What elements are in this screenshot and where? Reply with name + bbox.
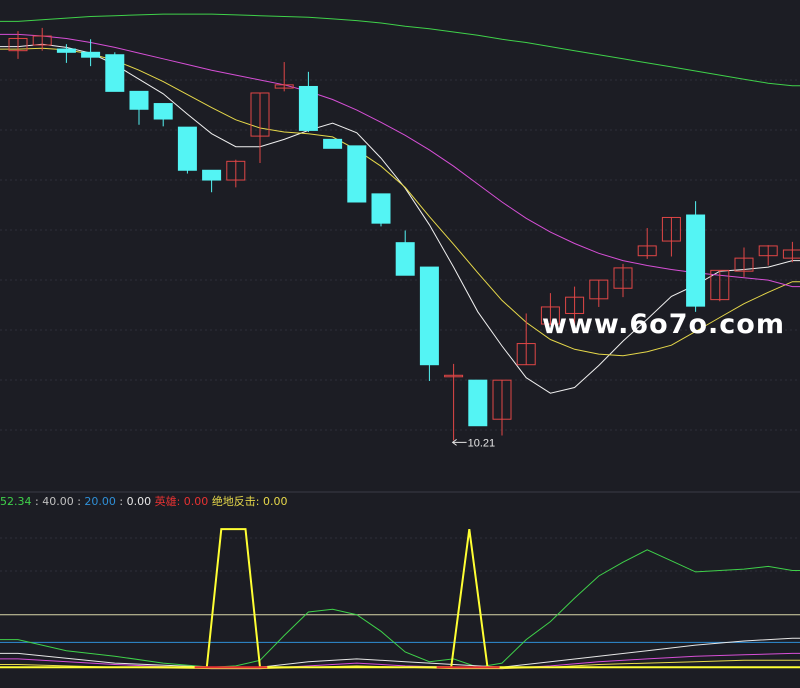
candles [8, 27, 800, 441]
candle-27 [661, 216, 681, 257]
candle-16 [395, 230, 415, 276]
candle-body-down [323, 138, 343, 149]
candle-body-down [105, 54, 125, 92]
indicator-grid [0, 537, 800, 572]
legend-counterattack: 绝地反击: 0.00 [212, 494, 288, 508]
candle-4 [105, 52, 125, 92]
candle-18 [444, 363, 464, 441]
candle-body-up [782, 249, 800, 259]
candle-8 [202, 169, 222, 193]
candle-19 [468, 379, 488, 427]
candle-body-down [347, 145, 367, 203]
indicator-legend: 52.34 : 40.00 : 20.00 : 0.00 英雄: 0.00 绝地… [0, 494, 288, 508]
low-price-label: 10.21 [468, 437, 496, 449]
candle-body-down [153, 103, 173, 120]
candle-15 [371, 193, 391, 227]
candle-7 [177, 126, 197, 174]
candle-body-down [177, 126, 197, 171]
watermark: www.6o7o.com [542, 309, 785, 340]
candle-body-down [468, 379, 488, 427]
candle-30 [734, 247, 754, 277]
candle-13 [323, 138, 343, 149]
candle-1 [32, 27, 52, 51]
candle-body-down [202, 169, 222, 181]
candle-25 [613, 263, 633, 298]
candle-body-down [419, 266, 439, 366]
candle-12 [298, 71, 318, 133]
candle-body-down [395, 242, 415, 276]
legend-value-zero: 0.00 [127, 495, 152, 508]
candle-14 [347, 145, 367, 203]
candle-body-down [129, 90, 149, 110]
candle-21 [516, 313, 536, 366]
legend-value-green: 52.34 [0, 495, 32, 508]
candle-31 [758, 245, 778, 266]
candle-26 [637, 228, 657, 259]
candle-body-down [81, 51, 101, 58]
candle-24 [589, 279, 609, 307]
legend-value-40: 40.00 [42, 495, 74, 508]
candle-body-down [298, 85, 318, 131]
candle-body-down [371, 193, 391, 224]
candle-32 [782, 241, 800, 263]
candle-6 [153, 103, 173, 127]
candle-10 [250, 92, 270, 163]
low-annotation: 10.21 [451, 437, 496, 449]
candle-body-down [686, 214, 706, 307]
indicator-green-line [0, 549, 800, 668]
candle-28 [686, 201, 706, 312]
candle-5 [129, 90, 149, 125]
candle-body-down [56, 48, 76, 53]
stock-chart: 10.21 www.6o7o.com 52.34 : 40.00 : 20.00… [0, 13, 800, 670]
candle-20 [492, 379, 512, 436]
candle-17 [419, 266, 439, 381]
indicator-lines [0, 528, 800, 670]
candle-9 [226, 159, 246, 188]
legend-value-20: 20.00 [84, 495, 116, 508]
legend-hero: 英雄: 0.00 [155, 494, 209, 508]
